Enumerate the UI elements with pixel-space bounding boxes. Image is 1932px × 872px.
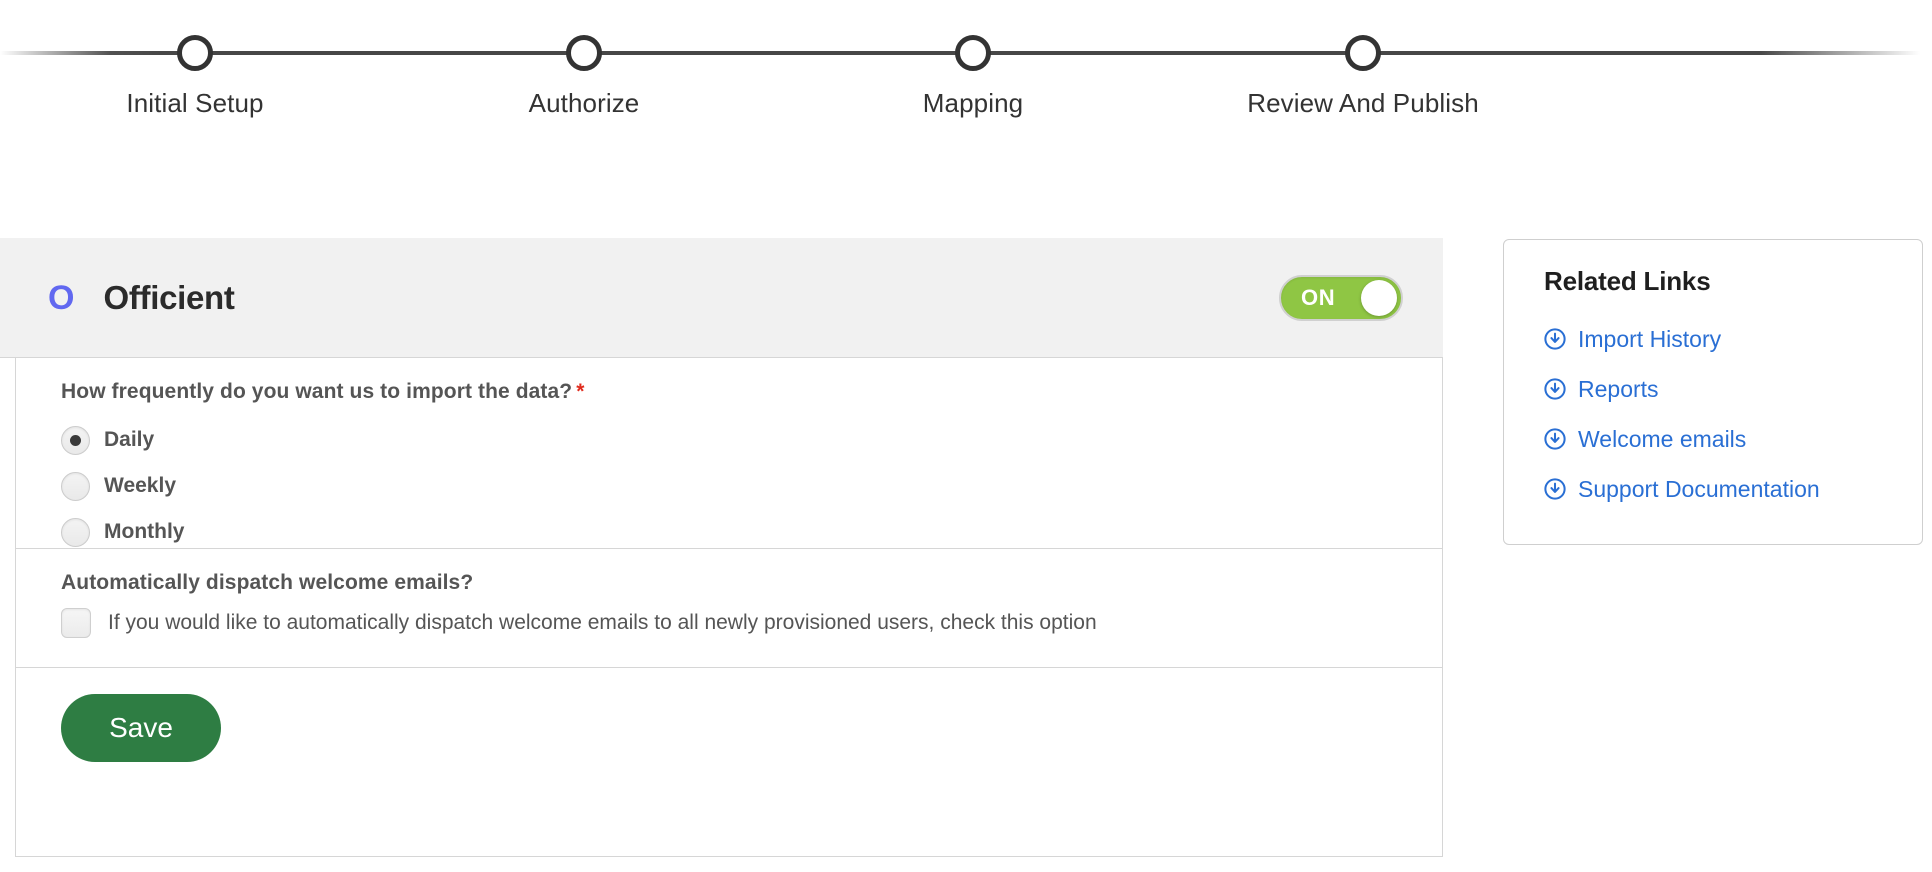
card-title: Officient [103, 278, 235, 316]
toggle-state-label: ON [1301, 284, 1336, 310]
toggle-knob[interactable] [1361, 279, 1397, 316]
related-link-support-documentation[interactable]: Support Documentation [1544, 464, 1894, 514]
radio-icon[interactable] [61, 425, 90, 455]
step-authorize[interactable]: Authorize [414, 0, 754, 119]
radio-icon[interactable] [61, 517, 90, 547]
progress-stepper: Initial Setup Authorize Mapping Review A… [0, 0, 1932, 150]
step-label: Initial Setup [126, 88, 264, 118]
download-circle-icon [1544, 428, 1566, 450]
download-circle-icon [1544, 328, 1566, 350]
download-circle-icon [1544, 378, 1566, 400]
related-links-title: Related Links [1544, 266, 1711, 296]
card-body: How frequently do you want us to import … [15, 358, 1443, 857]
radio-label: Monthly [104, 520, 185, 543]
radio-option-weekly[interactable]: Weekly [61, 463, 1442, 509]
related-link-import-history[interactable]: Import History [1544, 314, 1894, 364]
import-frequency-question: How frequently do you want us to import … [61, 380, 1442, 404]
related-link-welcome-emails[interactable]: Welcome emails [1544, 414, 1894, 464]
step-label: Review And Publish [1247, 88, 1479, 118]
integration-settings-card: O Officient ON How frequently do you wan… [0, 238, 1443, 858]
brand: O Officient [48, 279, 1279, 317]
welcome-emails-section: Automatically dispatch welcome emails? I… [16, 548, 1442, 667]
related-link-label: Welcome emails [1578, 425, 1747, 452]
related-link-label: Reports [1578, 375, 1659, 402]
related-link-label: Support Documentation [1578, 475, 1820, 502]
step-mapping[interactable]: Mapping [803, 0, 1143, 119]
save-button[interactable]: Save [61, 694, 221, 762]
radio-icon[interactable] [61, 471, 90, 501]
step-label: Authorize [528, 88, 640, 118]
actions-section: Save [16, 667, 1442, 857]
step-initial-setup[interactable]: Initial Setup [25, 0, 365, 119]
related-links-panel: Related Links Import History Reports Wel… [1503, 239, 1923, 545]
step-circle-icon[interactable] [177, 35, 213, 71]
related-link-reports[interactable]: Reports [1544, 364, 1894, 414]
integration-enabled-toggle[interactable]: ON [1279, 274, 1403, 321]
welcome-emails-question: Automatically dispatch welcome emails? [61, 571, 474, 594]
step-circle-icon[interactable] [955, 35, 991, 71]
radio-label: Weekly [104, 474, 176, 497]
checkbox-label: If you would like to automatically dispa… [108, 611, 1097, 634]
officient-logo-icon: O [48, 278, 74, 317]
import-frequency-question-text: How frequently do you want us to import … [61, 380, 573, 403]
step-review-and-publish[interactable]: Review And Publish [1193, 0, 1533, 119]
welcome-emails-checkbox-row[interactable]: If you would like to automatically dispa… [61, 608, 1442, 638]
radio-option-daily[interactable]: Daily [61, 417, 1442, 463]
checkbox-icon[interactable] [61, 608, 91, 638]
step-label: Mapping [922, 88, 1024, 118]
step-circle-icon[interactable] [566, 35, 602, 71]
radio-label: Daily [104, 428, 155, 451]
step-circle-icon[interactable] [1345, 35, 1381, 71]
required-asterisk: * [576, 380, 585, 403]
card-header: O Officient ON [0, 238, 1443, 358]
import-frequency-section: How frequently do you want us to import … [16, 358, 1442, 548]
download-circle-icon [1544, 478, 1566, 500]
related-link-label: Import History [1578, 325, 1722, 352]
